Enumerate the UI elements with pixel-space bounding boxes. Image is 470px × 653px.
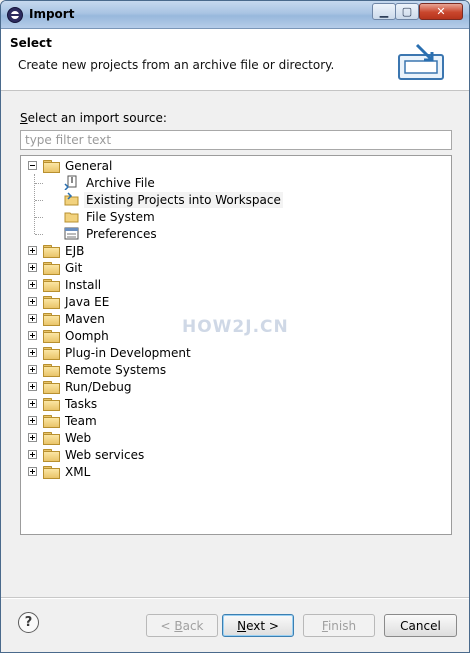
- expand-toggle-icon[interactable]: [28, 263, 37, 272]
- expand-toggle-icon[interactable]: [28, 314, 37, 323]
- tree-node-install[interactable]: Install: [28, 276, 103, 293]
- import-wizard-icon: [398, 43, 444, 80]
- tree-node-preferences[interactable]: Preferences: [64, 225, 159, 242]
- expand-toggle-icon[interactable]: [28, 365, 37, 374]
- window-title: Import: [29, 7, 75, 21]
- tree-node-ejb[interactable]: EJB: [28, 242, 86, 259]
- folder-icon: [43, 329, 60, 343]
- back-button[interactable]: < Back: [146, 614, 218, 637]
- folder-icon: [43, 397, 60, 411]
- tree-node-xml[interactable]: XML: [28, 463, 92, 480]
- tree-node-run-debug[interactable]: Run/Debug: [28, 378, 134, 395]
- folder-icon: [43, 312, 60, 326]
- tree-node-team[interactable]: Team: [28, 412, 99, 429]
- tree-node-file-system[interactable]: File System: [64, 208, 157, 225]
- title-bar[interactable]: Import ▁ ▢ ✕: [1, 1, 469, 29]
- tree-node-maven[interactable]: Maven: [28, 310, 107, 327]
- tree-node-web[interactable]: Web: [28, 429, 93, 446]
- expand-toggle-icon[interactable]: [28, 399, 37, 408]
- expand-toggle-icon[interactable]: [28, 348, 37, 357]
- tree-node-remote-systems[interactable]: Remote Systems: [28, 361, 168, 378]
- expand-toggle-icon[interactable]: [28, 280, 37, 289]
- tree-node-web-services[interactable]: Web services: [28, 446, 146, 463]
- tree-node-java-ee[interactable]: Java EE: [28, 293, 111, 310]
- expand-toggle-icon[interactable]: [28, 246, 37, 255]
- finish-button[interactable]: Finish: [303, 614, 375, 637]
- expand-toggle-icon[interactable]: [28, 416, 37, 425]
- folder-icon: [43, 431, 60, 445]
- expand-toggle-icon[interactable]: [28, 450, 37, 459]
- folder-icon: [43, 363, 60, 377]
- page-description: Create new projects from an archive file…: [18, 58, 335, 72]
- folder-icon: [43, 380, 60, 394]
- tree-node-tasks[interactable]: Tasks: [28, 395, 99, 412]
- cancel-button[interactable]: Cancel: [384, 614, 457, 637]
- folder-icon: [43, 159, 60, 173]
- close-button[interactable]: ✕: [419, 3, 463, 20]
- tree-node-git[interactable]: Git: [28, 259, 84, 276]
- tree-node-plug-in-development[interactable]: Plug-in Development: [28, 344, 193, 361]
- expand-toggle-icon[interactable]: [28, 382, 37, 391]
- expand-toggle-icon[interactable]: [28, 467, 37, 476]
- archive-file-icon: [64, 175, 77, 190]
- preferences-icon: [64, 227, 79, 240]
- page-title: Select: [10, 36, 52, 50]
- help-icon[interactable]: ?: [18, 612, 39, 633]
- expand-toggle-icon[interactable]: [28, 297, 37, 306]
- folder-icon: [43, 244, 60, 258]
- minimize-button[interactable]: ▁: [372, 3, 396, 20]
- folder-icon: [43, 295, 60, 309]
- folder-icon: [43, 448, 60, 462]
- expand-toggle-icon[interactable]: [28, 433, 37, 442]
- filter-input[interactable]: [20, 130, 452, 150]
- folder-icon: [43, 465, 60, 479]
- maximize-button[interactable]: ▢: [395, 3, 419, 20]
- folder-icon: [64, 212, 79, 223]
- tree-node-existing-projects[interactable]: Existing Projects into Workspace: [64, 191, 283, 208]
- tree-node-archive-file[interactable]: Archive File: [64, 174, 157, 191]
- import-source-tree[interactable]: General Archive File Existing Projects i…: [20, 155, 452, 535]
- collapse-toggle-icon[interactable]: [28, 161, 37, 170]
- eclipse-icon: [7, 7, 23, 23]
- footer-separator: [1, 597, 469, 599]
- folder-icon: [43, 278, 60, 292]
- tree-node-general[interactable]: General: [28, 157, 114, 174]
- tree-node-oomph[interactable]: Oomph: [28, 327, 111, 344]
- next-button[interactable]: Next >: [222, 614, 294, 637]
- wizard-header: Select Create new projects from an archi…: [1, 29, 469, 91]
- project-folder-icon: [64, 192, 79, 206]
- folder-icon: [43, 346, 60, 360]
- expand-toggle-icon[interactable]: [28, 331, 37, 340]
- folder-icon: [43, 261, 60, 275]
- import-source-label: Select an import source:: [20, 111, 167, 125]
- folder-icon: [43, 414, 60, 428]
- import-dialog: Import ▁ ▢ ✕ Select Create new projects …: [0, 0, 470, 653]
